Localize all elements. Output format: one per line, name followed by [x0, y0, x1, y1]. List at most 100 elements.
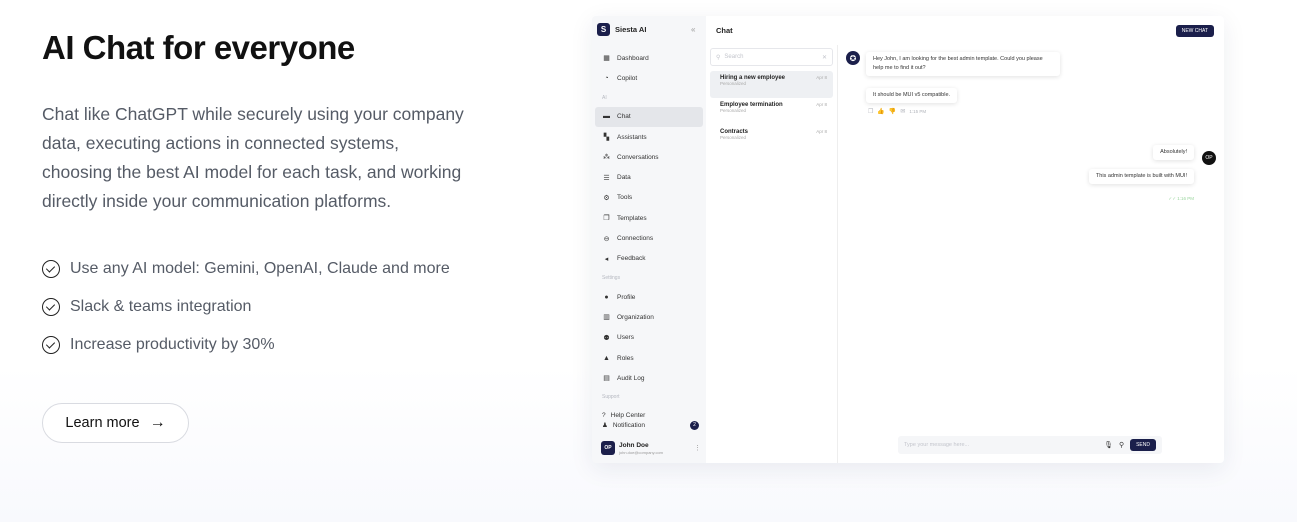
- feature-label: Slack & teams integration: [70, 298, 252, 315]
- brand[interactable]: S Siesta AI: [597, 23, 646, 36]
- list-item[interactable]: Contracts Personalized Apr 8: [710, 125, 833, 152]
- thumbs-up-icon[interactable]: 👍: [877, 108, 884, 115]
- learn-more-button[interactable]: Learn more →: [42, 403, 189, 443]
- sidebar-item-label: Connections: [617, 235, 654, 243]
- nav-section-support: Support: [602, 394, 620, 401]
- sidebar-item-label: Tools: [617, 194, 633, 202]
- message-time: 1:16 PM: [1177, 196, 1194, 201]
- sidebar-item-label: Users: [617, 334, 634, 342]
- assistant-avatar-icon: ✪: [846, 51, 860, 65]
- sidebar-item-label: Templates: [617, 214, 647, 222]
- thumbs-down-icon[interactable]: 👎: [889, 108, 896, 115]
- sidebar-item-users[interactable]: ⚉ Users: [595, 328, 703, 348]
- message-bubble: Absolutely!: [1153, 145, 1194, 160]
- sidebar-item-label: Data: [617, 174, 631, 182]
- new-chat-button[interactable]: NEW CHAT: [1175, 24, 1214, 37]
- sidebar-item-label: Dashboard: [617, 54, 649, 62]
- sidebar-item-connections[interactable]: ⊖ Connections: [595, 228, 703, 248]
- learn-more-label: Learn more: [65, 415, 140, 431]
- mail-icon[interactable]: ✉: [900, 108, 905, 115]
- dashboard-icon: ▦: [603, 55, 610, 63]
- sidebar-item-notification[interactable]: ♟ Notification 2: [595, 420, 703, 430]
- nav-section-ai: AI: [602, 94, 607, 101]
- nav-section-settings: Settings: [602, 274, 621, 281]
- copilot-icon: ◔: [604, 74, 609, 82]
- templates-icon: ❐: [603, 215, 610, 223]
- users-icon: ⚉: [603, 334, 610, 342]
- list-item[interactable]: Employee termination Personalized Apr 8: [710, 98, 833, 125]
- sidebar-item-label: Notification: [612, 421, 645, 429]
- assistants-icon: ▚: [603, 134, 610, 142]
- read-receipt: ✓✓ 1:16 PM: [1168, 196, 1194, 202]
- attachment-icon[interactable]: ⚲: [1119, 441, 1124, 449]
- sidebar-item-label: Help Center: [610, 411, 646, 419]
- brand-name: Siesta AI: [615, 25, 647, 34]
- chat-icon: ▬: [603, 113, 610, 121]
- app-preview: S Siesta AI « ▦ Dashboard ◔ Copilot AI ▬ Ch…: [592, 16, 1224, 463]
- copy-icon[interactable]: ❐: [868, 108, 873, 115]
- message-time: 1:15 PM: [909, 109, 927, 114]
- sidebar-item-templates[interactable]: ❐ Templates: [595, 208, 703, 228]
- logo-icon: S: [597, 23, 610, 36]
- arrow-right-icon: →: [149, 414, 166, 431]
- chat-panel: Chat NEW CHAT ⚲ Search ✕ Hiring a new em…: [706, 16, 1224, 463]
- feature-item: Use any AI model: Gemini, OpenAI, Claude…: [42, 250, 472, 288]
- user-name: John Doe: [619, 441, 649, 449]
- feature-item: Increase productivity by 30%: [42, 326, 472, 364]
- help-icon: ?: [602, 411, 606, 419]
- user-profile[interactable]: OP John Doe john.doe@company.com ⋮: [601, 441, 701, 455]
- conversations-icon: ⁂: [603, 154, 610, 162]
- sidebar-item-profile[interactable]: ● Profile: [595, 287, 703, 307]
- check-circle-icon: [42, 336, 60, 354]
- profile-icon: ●: [604, 293, 609, 301]
- sidebar: S Siesta AI « ▦ Dashboard ◔ Copilot AI ▬ Ch…: [592, 16, 706, 463]
- conversation-view: ✪ Hey John, I am looking for the best ad…: [838, 45, 1224, 463]
- list-item[interactable]: Hiring a new employee Personalized Apr 8: [710, 71, 833, 98]
- sidebar-item-label: Audit Log: [617, 374, 645, 382]
- sidebar-item-copilot[interactable]: ◔ Copilot: [595, 68, 703, 88]
- message-input[interactable]: Type your message here...: [904, 442, 1098, 448]
- hero-description: Chat like ChatGPT while securely using y…: [42, 104, 464, 211]
- audit-log-icon: ▤: [603, 375, 610, 383]
- sidebar-item-data[interactable]: ☰ Data: [595, 167, 703, 187]
- sidebar-item-chat[interactable]: ▬ Chat: [595, 106, 703, 127]
- message-actions: ❐ 👍 👎 ✉ 1:15 PM: [868, 108, 926, 115]
- search-input[interactable]: ⚲ Search ✕: [710, 48, 833, 66]
- bell-icon: ♟: [602, 422, 608, 429]
- link-icon: ⊖: [603, 235, 610, 243]
- sidebar-item-roles[interactable]: ▲ Roles: [595, 348, 703, 368]
- search-placeholder: Search: [724, 54, 744, 60]
- send-button[interactable]: SEND: [1130, 439, 1156, 451]
- message-composer[interactable]: Type your message here... 🎙 ⚲ SEND: [898, 436, 1162, 454]
- more-options-icon[interactable]: ⋮: [694, 444, 701, 452]
- sidebar-item-dashboard[interactable]: ▦ Dashboard: [595, 48, 703, 68]
- chat-subtitle: Personalized: [720, 135, 747, 140]
- clear-icon[interactable]: ✕: [822, 54, 827, 61]
- chat-topbar: Chat NEW CHAT: [706, 16, 1224, 45]
- check-circle-icon: [42, 298, 60, 316]
- chat-date: Apr 8: [816, 75, 827, 80]
- collapse-sidebar-icon[interactable]: «: [691, 25, 695, 34]
- notification-badge: 2: [690, 420, 699, 430]
- sidebar-item-audit-log[interactable]: ▤ Audit Log: [595, 368, 703, 388]
- sidebar-item-help-center[interactable]: ? Help Center: [595, 410, 703, 420]
- message-bubble: It should be MUI v5 compatible.: [866, 88, 958, 103]
- sidebar-item-organization[interactable]: ▥ Organization: [595, 307, 703, 327]
- hero-section: AI Chat for everyone Chat like ChatGPT w…: [42, 28, 472, 364]
- feedback-icon: ◂: [604, 255, 609, 263]
- sidebar-item-assistants[interactable]: ▚ Assistants: [595, 127, 703, 147]
- feature-list: Use any AI model: Gemini, OpenAI, Claude…: [42, 250, 472, 364]
- sidebar-nav: ▦ Dashboard ◔ Copilot AI ▬ Chat ▚ Assistants…: [595, 48, 703, 406]
- organization-icon: ▥: [603, 314, 610, 322]
- sidebar-item-feedback[interactable]: ◂ Feedback: [595, 249, 703, 269]
- sidebar-item-conversations[interactable]: ⁂ Conversations: [595, 147, 703, 167]
- page-title: Chat: [716, 26, 733, 35]
- message-bubble: Hey John, I am looking for the best admi…: [866, 52, 1060, 76]
- sidebar-item-tools[interactable]: ⚙ Tools: [595, 188, 703, 208]
- sidebar-item-label: Chat: [617, 113, 631, 121]
- sidebar-item-label: Copilot: [617, 74, 638, 82]
- sidebar-item-label: Organization: [617, 313, 654, 321]
- microphone-icon[interactable]: 🎙: [1104, 441, 1113, 449]
- hero-title: AI Chat for everyone: [42, 29, 355, 66]
- avatar: OP: [601, 441, 615, 455]
